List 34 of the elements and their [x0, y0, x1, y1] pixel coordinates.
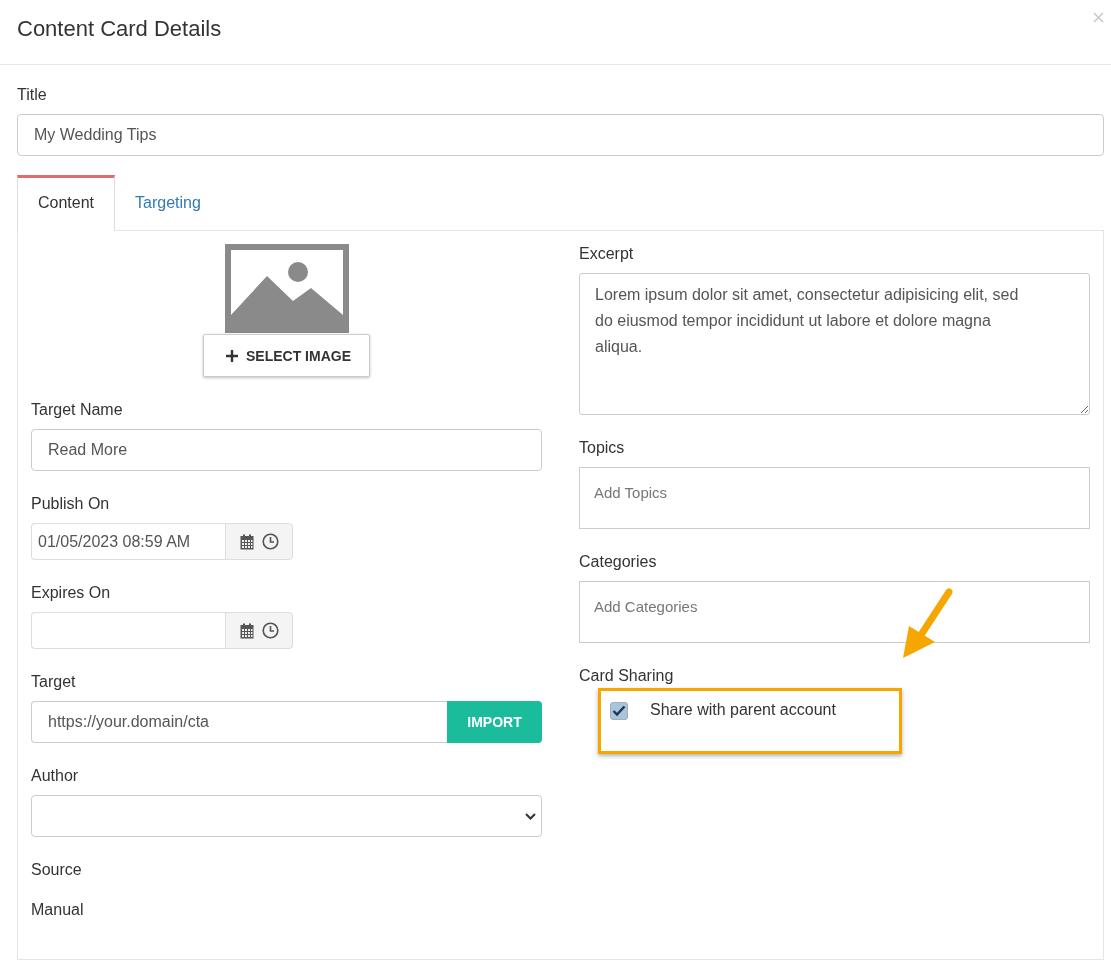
- topics-field[interactable]: Add Topics: [579, 467, 1090, 529]
- image-placeholder-icon: [224, 244, 349, 333]
- categories-field[interactable]: Add Categories: [579, 581, 1090, 643]
- publish-date-input[interactable]: 01/05/2023 08:59 AM: [31, 523, 225, 560]
- field-label: Target Name: [31, 400, 124, 420]
- plus-icon: [226, 349, 238, 362]
- field-label: Author: [31, 766, 80, 786]
- field-label: Excerpt: [579, 244, 635, 264]
- source-value: Manual: [31, 900, 85, 920]
- title-input[interactable]: My Wedding Tips: [17, 114, 1104, 156]
- field-label: Card Sharing: [579, 666, 675, 686]
- field-label: Categories: [579, 552, 658, 572]
- window-title: Content Card Details: [17, 16, 222, 42]
- checkbox[interactable]: [610, 702, 628, 720]
- field-label: Source: [31, 860, 83, 880]
- expires-date-input[interactable]: [31, 612, 225, 649]
- field-label: Target: [31, 672, 77, 692]
- clock-icon[interactable]: [261, 622, 279, 639]
- clock-icon[interactable]: [261, 533, 279, 550]
- arrow-annotation: [903, 588, 953, 658]
- target-url-input[interactable]: https://your.domain/cta: [31, 701, 447, 743]
- checkbox-label: Share with parent account: [650, 700, 836, 720]
- target-name-input[interactable]: Read More: [31, 429, 542, 471]
- field-label: Publish On: [31, 494, 111, 514]
- tab[interactable]: Targeting: [115, 175, 221, 230]
- field-label: Expires On: [31, 583, 112, 603]
- field-label: Title: [17, 85, 48, 105]
- field-label: Topics: [579, 438, 626, 458]
- calendar-icon[interactable]: [239, 533, 254, 550]
- calendar-icon[interactable]: [239, 622, 254, 639]
- tab[interactable]: Content: [17, 175, 116, 231]
- select-image-button[interactable]: SELECT IMAGE: [203, 334, 370, 377]
- chevron-down-icon: [525, 812, 536, 820]
- excerpt-textarea[interactable]: Lorem ipsum dolor sit amet, consectetur adipisicing elit, sed do eiusmod tempor incididunt ut labore et dolore magna aliqua.: [579, 273, 1090, 415]
